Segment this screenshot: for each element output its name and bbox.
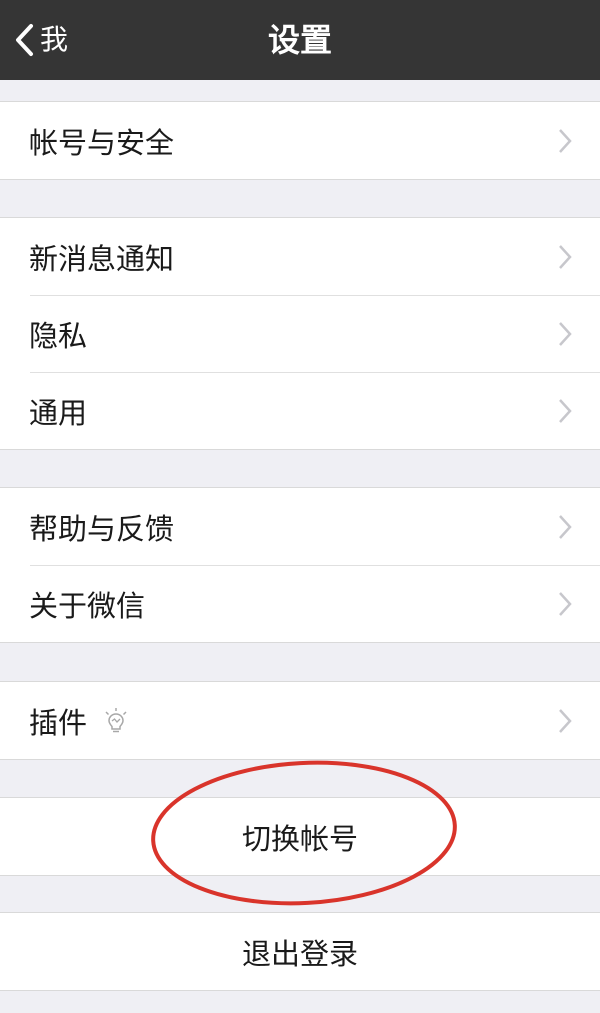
chevron-right-icon xyxy=(559,321,572,346)
chevron-right-icon xyxy=(559,514,572,539)
chevron-right-icon xyxy=(559,244,572,269)
settings-item-label: 隐私 xyxy=(29,318,88,353)
logout-group: 退出登录 xyxy=(0,912,600,991)
settings-item-plugins[interactable]: 插件 xyxy=(0,682,600,759)
switch-account-group: 切换帐号 xyxy=(0,797,600,876)
settings-item-label: 帐号与安全 xyxy=(29,125,175,160)
settings-item-general[interactable]: 通用 xyxy=(0,372,600,449)
chevron-right-icon xyxy=(559,398,572,423)
switch-account-label: 切换帐号 xyxy=(241,821,358,856)
settings-item-notifications[interactable]: 新消息通知 xyxy=(0,218,600,295)
back-button-label: 我 xyxy=(40,23,69,56)
settings-item-help-feedback[interactable]: 帮助与反馈 xyxy=(0,488,600,565)
chevron-left-icon xyxy=(16,24,33,56)
settings-item-privacy[interactable]: 隐私 xyxy=(0,295,600,372)
settings-item-label: 插件 xyxy=(29,705,88,740)
lightbulb-icon xyxy=(105,707,127,732)
settings-item-label: 关于微信 xyxy=(29,588,146,623)
logout-button[interactable]: 退出登录 xyxy=(0,913,600,990)
chevron-right-icon xyxy=(559,128,572,153)
settings-group-plugins: 插件 xyxy=(0,681,600,760)
settings-item-account-security[interactable]: 帐号与安全 xyxy=(0,102,600,179)
navigation-bar: 我 设置 xyxy=(0,0,600,80)
chevron-right-icon xyxy=(559,591,572,616)
settings-item-label: 新消息通知 xyxy=(29,241,175,276)
page-title: 设置 xyxy=(267,21,332,59)
switch-account-button[interactable]: 切换帐号 xyxy=(0,798,600,875)
settings-item-label: 通用 xyxy=(29,395,88,430)
settings-group-account: 帐号与安全 xyxy=(0,101,600,180)
settings-item-label: 帮助与反馈 xyxy=(29,511,175,546)
back-button[interactable]: 我 xyxy=(14,20,68,60)
settings-group-help: 帮助与反馈 关于微信 xyxy=(0,487,600,643)
settings-item-about[interactable]: 关于微信 xyxy=(0,565,600,642)
settings-group-general: 新消息通知 隐私 通用 xyxy=(0,217,600,450)
logout-label: 退出登录 xyxy=(241,936,358,971)
chevron-right-icon xyxy=(559,708,572,733)
